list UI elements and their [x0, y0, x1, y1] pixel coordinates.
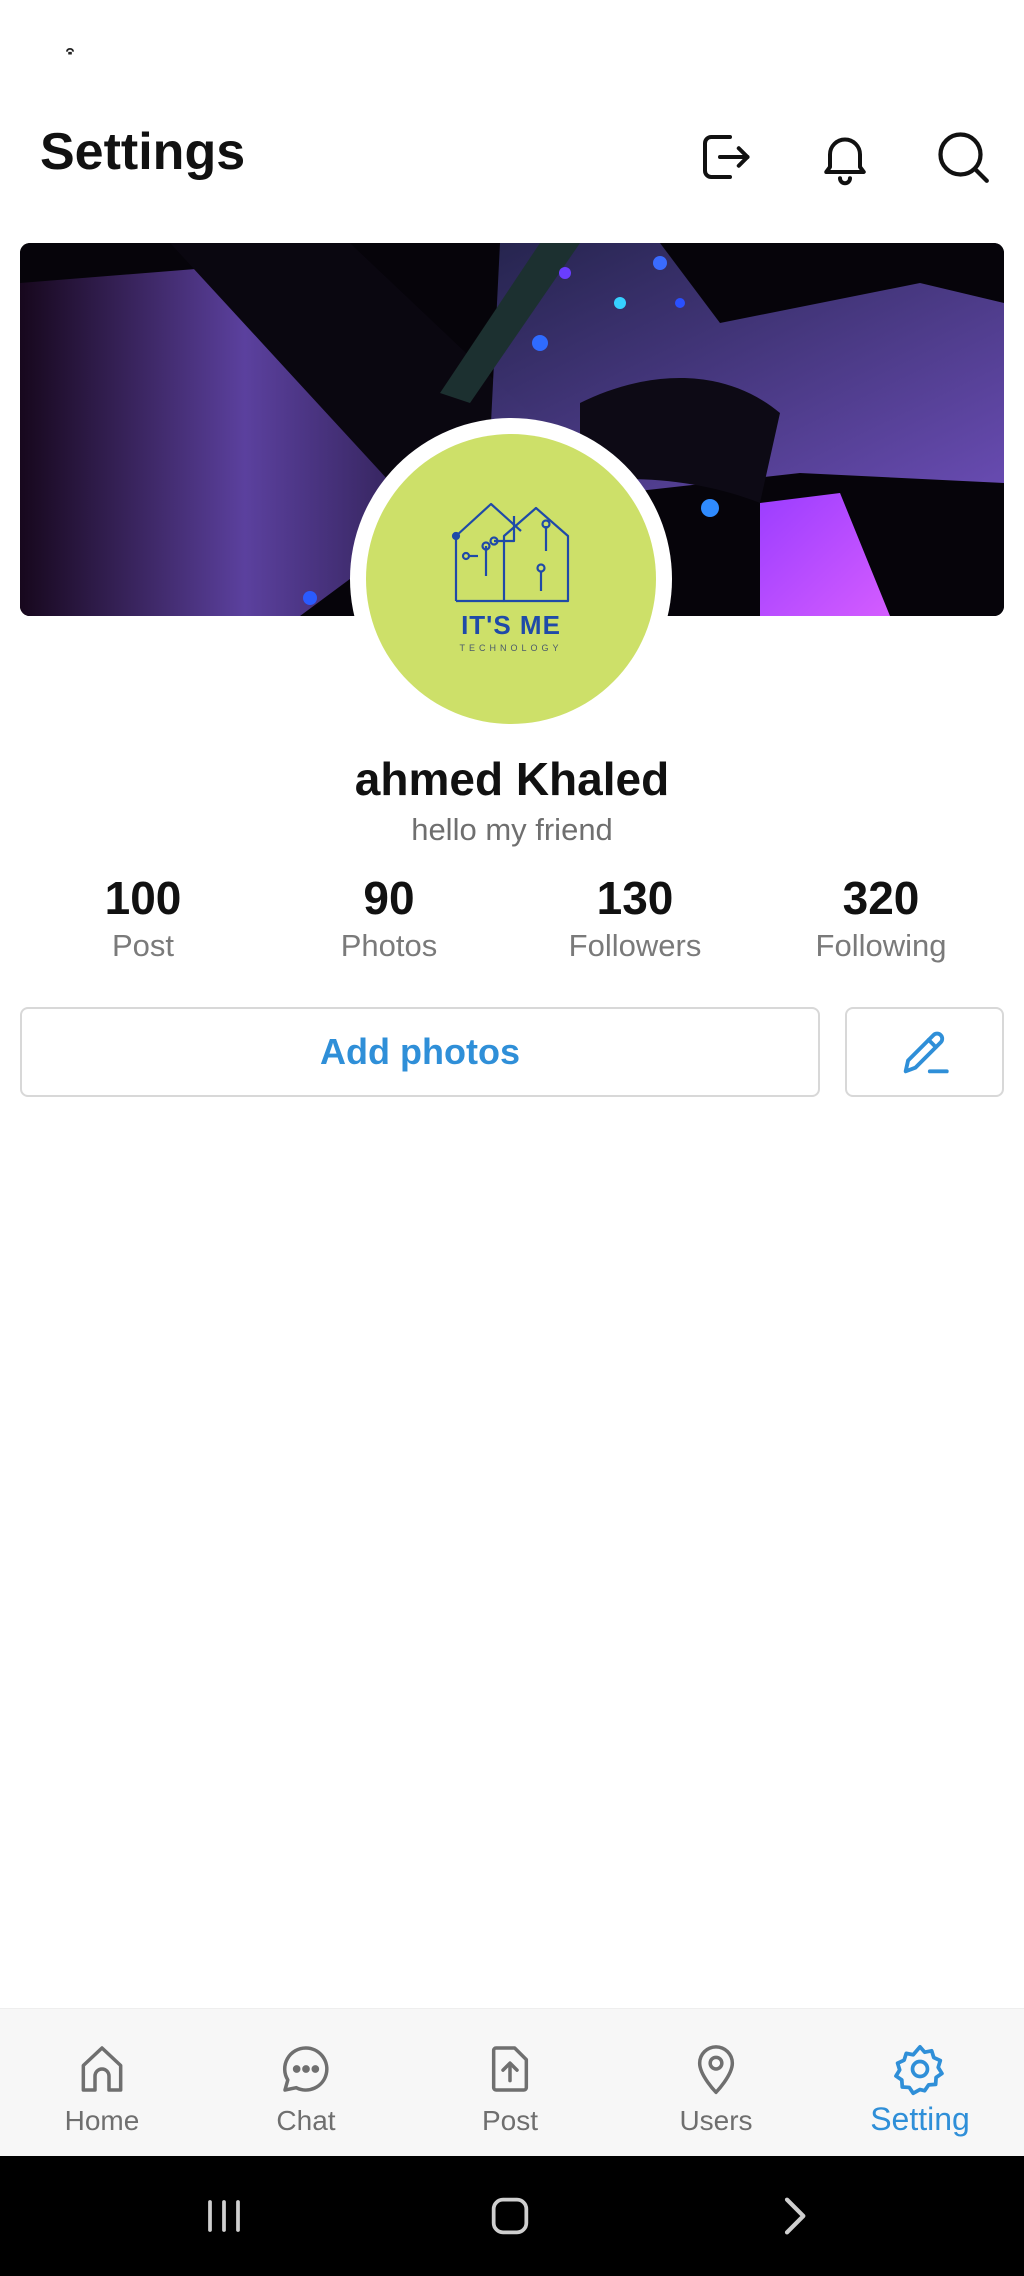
stat-label: Followers	[568, 928, 702, 963]
settings-screen: ͒ Settings	[0, 0, 1024, 2276]
stat-value: 130	[596, 872, 674, 924]
recent-apps-button[interactable]	[196, 2188, 252, 2244]
system-navigation-bar	[0, 2156, 1024, 2276]
search-icon[interactable]	[928, 122, 998, 192]
pencil-icon	[903, 1031, 949, 1074]
avatar[interactable]: IT'S ME TECHNOLOGY	[350, 418, 672, 740]
nav-item-setting[interactable]: Setting	[818, 2009, 1022, 2157]
logo-name: IT'S ME	[461, 609, 561, 640]
page-title: Settings	[40, 123, 246, 181]
avatar-image: IT'S ME TECHNOLOGY	[366, 434, 656, 724]
add-photos-button[interactable]: Add photos	[20, 1007, 820, 1097]
house-circuit-icon	[451, 502, 570, 602]
bottom-navigation: Home Chat Post Users Setting	[0, 2008, 1024, 2156]
stat-posts[interactable]: 100 Post	[20, 870, 266, 964]
nav-item-home[interactable]: Home	[0, 2009, 204, 2157]
profile-name: ahmed Khaled	[354, 753, 670, 805]
stat-label: Following	[815, 928, 947, 963]
stat-value: 320	[842, 872, 920, 924]
profile-bio: hello my friend	[411, 812, 613, 847]
nav-label: Home	[64, 2105, 140, 2136]
back-button[interactable]	[766, 2188, 822, 2244]
stat-value: 90	[363, 872, 415, 924]
edit-profile-button[interactable]	[845, 1007, 1004, 1097]
stat-value: 100	[104, 872, 182, 924]
recent-apps-icon	[208, 2200, 240, 2232]
stat-photos[interactable]: 90 Photos	[266, 870, 512, 964]
app-bar: Settings	[0, 100, 1024, 210]
logout-icon[interactable]	[690, 122, 760, 192]
stat-label: Photos	[340, 928, 438, 963]
nav-label: Chat	[276, 2105, 336, 2136]
status-bar: ͒	[0, 0, 1024, 100]
stat-following[interactable]: 320 Following	[758, 870, 1004, 964]
nav-label: Post	[481, 2105, 539, 2136]
stat-followers[interactable]: 130 Followers	[512, 870, 758, 964]
chevron-right-icon	[784, 2197, 806, 2235]
upload-icon	[491, 2046, 529, 2092]
nav-label: Setting	[870, 2101, 970, 2137]
chat-icon	[282, 2046, 329, 2092]
gear-icon	[894, 2044, 944, 2096]
location-pin-icon	[697, 2045, 735, 2095]
home-icon	[81, 2046, 123, 2092]
bell-icon[interactable]	[810, 122, 880, 192]
nav-item-chat[interactable]: Chat	[204, 2009, 408, 2157]
nav-label: Users	[679, 2105, 753, 2136]
logo-tagline: TECHNOLOGY	[459, 642, 563, 653]
stat-label: Post	[111, 928, 175, 963]
home-square-icon	[491, 2197, 529, 2235]
nav-item-users[interactable]: Users	[614, 2009, 818, 2157]
nav-item-post[interactable]: Post	[408, 2009, 612, 2157]
home-button[interactable]	[482, 2188, 538, 2244]
